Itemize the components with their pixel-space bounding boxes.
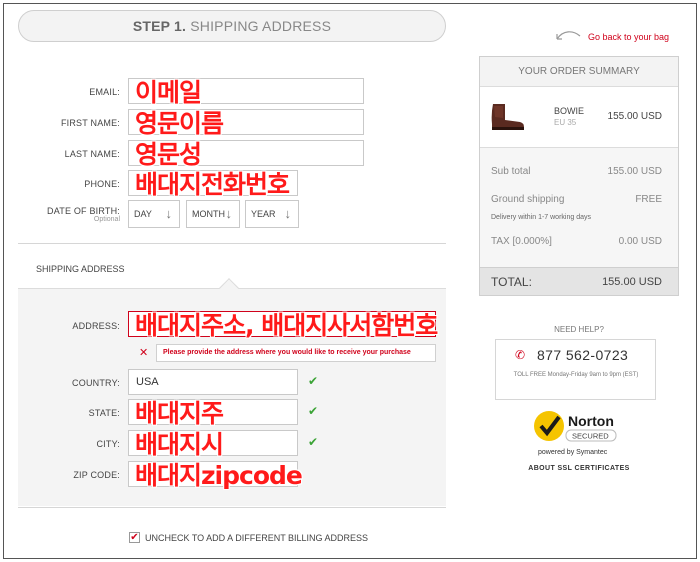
order-summary: YOUR ORDER SUMMARY BOWIE EU 35 155.00 US… [479,56,679,296]
zip-label: ZIP CODE: [73,470,120,480]
error-icon: ✕ [139,347,149,359]
address-error-message: Please provide the address where you wou… [156,344,436,362]
city-annotation: 배대지시 [135,430,224,459]
product-price: 155.00 USD [607,111,662,122]
step-title: SHIPPING ADDRESS [190,18,332,34]
email-annotation: 이메일 [135,78,202,107]
zip-annotation: 배대지zipcode [135,461,303,490]
summary-total: TOTAL: 155.00 USD [480,267,678,295]
norton-brand: Norton [568,413,614,429]
city-label: CITY: [96,439,120,449]
billing-checkbox[interactable]: ✔ [129,532,140,543]
dob-month-select[interactable]: MONTH ↓ [186,200,240,228]
help-box: ✆ 877 562-0723 TOLL FREE Monday-Friday 9… [495,339,656,400]
dob-month-value: MONTH [192,209,225,219]
total-value: 155.00 USD [602,276,662,288]
dob-year-select[interactable]: YEAR ↓ [245,200,299,228]
phone-label: PHONE: [84,179,120,189]
city-check-icon: ✔ [308,435,319,449]
last-name-label: LAST NAME: [64,149,120,159]
country-value: USA [136,376,159,388]
billing-divider [18,507,446,508]
dob-optional-label: Optional [93,216,120,223]
billing-checkbox-label: UNCHECK TO ADD A DIFFERENT BILLING ADDRE… [145,533,369,543]
shipping-section-label: SHIPPING ADDRESS [36,264,125,274]
boot-product-image [491,104,524,130]
norton-secured-badge[interactable]: Norton SECURED powered by Symantec [532,409,622,457]
product-size: EU 35 [554,118,577,127]
subtotal-label: Sub total [491,166,531,177]
summary-rows: Sub total 155.00 USD Ground shipping FRE… [480,147,678,267]
help-hours: TOLL FREE Monday-Friday 9am to 9pm (EST) [513,372,639,378]
country-select[interactable]: USA [128,369,298,395]
norton-powered: powered by Symantec [538,449,608,456]
about-ssl-link[interactable]: ABOUT SSL CERTIFICATES [479,465,679,472]
arrow-down-icon: ↓ [284,206,292,221]
dob-day-value: DAY [134,209,152,219]
subtotal-value: 155.00 USD [607,166,662,177]
arrow-down-icon: ↓ [225,206,233,221]
norton-secured: SECURED [572,432,609,441]
phone-annotation: 배대지전화번호 [135,170,290,199]
country-label: COUNTRY: [72,378,120,388]
first-name-label: FIRST NAME: [60,118,120,128]
step-header: STEP 1. SHIPPING ADDRESS [18,10,446,42]
phone-icon: ✆ [515,348,526,362]
help-phone-number[interactable]: 877 562-0723 [537,347,628,363]
summary-title: YOUR ORDER SUMMARY [480,57,678,87]
need-help-title: NEED HELP? [554,325,604,334]
state-check-icon: ✔ [308,404,319,418]
email-label: EMAIL: [89,87,120,97]
state-annotation: 배대지주 [135,399,224,428]
state-label: STATE: [88,408,120,418]
step-number: STEP 1. [132,18,187,34]
dob-day-select[interactable]: DAY ↓ [128,200,180,228]
address-annotation: 배대지주소, 배대지사서함번호 [135,311,438,340]
last-name-annotation: 영문성 [135,140,202,169]
delivery-note: Delivery within 1-7 working days [491,214,591,221]
shipping-label: Ground shipping [491,194,565,205]
product-name: BOWIE [554,106,585,116]
first-name-annotation: 영문이름 [135,109,224,138]
back-arrow-icon[interactable] [553,28,583,44]
dob-label: DATE OF BIRTH: [47,206,120,216]
address-label: ADDRESS: [72,321,120,331]
dob-year-value: YEAR [251,209,276,219]
tax-value: 0.00 USD [618,236,662,247]
total-label: TOTAL: [491,275,532,289]
tax-label: TAX [0.000%] [491,236,552,247]
back-to-bag-link[interactable]: Go back to your bag [588,32,669,42]
country-check-icon: ✔ [308,374,319,388]
shipping-value: FREE [635,194,662,205]
section-divider [18,243,446,244]
arrow-down-icon: ↓ [165,206,173,221]
